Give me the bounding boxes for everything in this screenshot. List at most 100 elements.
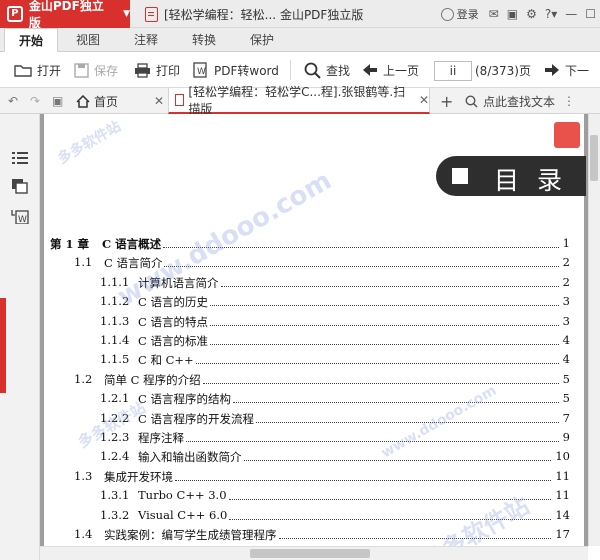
skin-icon[interactable]: ▣ xyxy=(507,7,518,21)
undo-icon[interactable]: ↶ xyxy=(8,88,18,114)
next-page-button[interactable]: 下一 xyxy=(544,58,589,82)
find-text-box[interactable]: 点此查找文本 ⋮ xyxy=(465,88,575,114)
save-small-icon[interactable]: ▣ xyxy=(52,88,63,114)
tab-convert[interactable]: 转换 xyxy=(182,28,226,52)
toc-entry-title: C 语言程序的结构 xyxy=(138,392,231,407)
toc-entry-number: 1.3.2 xyxy=(100,507,130,522)
toc-entry-number: 1.1 xyxy=(74,255,93,270)
page-number-input[interactable]: ii xyxy=(434,61,472,81)
toc-entry-number: 1.2 xyxy=(74,371,93,386)
toc-entry-page: 17 xyxy=(555,527,570,541)
tab-view[interactable]: 视图 xyxy=(66,28,110,52)
sidebar-collapse-handle[interactable] xyxy=(0,298,6,393)
toc-entry-title: C 语言程序的开发流程 xyxy=(138,411,254,426)
toc-entry[interactable]: 1.1.5 C 和 C++ 4 xyxy=(44,352,584,370)
save-button[interactable]: 保存 xyxy=(74,58,118,82)
ribbon-tab-bar: 开始 视图 注释 转换 保护 xyxy=(0,28,600,52)
toc-entry-page: 14 xyxy=(555,507,570,522)
print-icon xyxy=(135,62,150,78)
toc-entry-title: 输入和输出函数简介 xyxy=(138,450,242,465)
convert-icon[interactable]: W xyxy=(11,208,29,224)
prev-page-label: 上一页 xyxy=(383,63,420,78)
toc-entry-page: 10 xyxy=(555,449,570,464)
vertical-scroll-thumb[interactable] xyxy=(590,135,598,181)
print-button[interactable]: 打印 xyxy=(134,58,180,82)
prev-page-button[interactable]: 上一页 xyxy=(362,58,419,82)
toc-entry-title: Turbo C++ 3.0 xyxy=(138,488,227,503)
help-icon[interactable]: ?▾ xyxy=(545,7,557,21)
toc-entry[interactable]: 1.1.4 C 语言的标准 4 xyxy=(44,333,584,351)
find-button[interactable]: 查找 xyxy=(304,58,350,82)
toc-entry[interactable]: 1.2.3 程序注释 9 xyxy=(44,430,584,448)
app-menu-button[interactable]: P 金山PDF独立版 ▼ xyxy=(0,0,130,30)
toc-entry-leader xyxy=(210,333,559,345)
toc-entry-number: 1.1.3 xyxy=(100,313,130,328)
toc-entry-number: 1.1.4 xyxy=(100,333,130,347)
redo-icon[interactable]: ↷ xyxy=(30,88,40,114)
home-icon xyxy=(76,94,90,108)
toc-entry-leader xyxy=(256,411,559,423)
login-label: 登录 xyxy=(456,8,479,21)
right-arrow-icon xyxy=(545,64,559,76)
open-button[interactable]: 打开 xyxy=(14,58,61,82)
next-page-label: 下一 xyxy=(565,63,590,78)
convert-float-icon[interactable] xyxy=(554,122,580,148)
toc-entry-leader xyxy=(203,372,559,384)
toc-entry[interactable]: 1.1 C 语言简介 2 xyxy=(44,255,584,273)
document-tab-label: [轻松学编程：轻松学C...程].张银鹤等.扫描版 xyxy=(188,85,406,116)
toc-entry-title: 程序注释 xyxy=(138,431,184,445)
toc-entry-leader xyxy=(175,469,551,481)
toc-entry[interactable]: 1.3 集成开发环境 11 xyxy=(44,469,584,487)
toc-entry-page: 11 xyxy=(555,488,570,503)
document-tab[interactable]: [轻松学编程：轻松学C...程].张银鹤等.扫描版 ✕ xyxy=(168,85,430,116)
home-tab-label: 首页 xyxy=(94,94,119,109)
toc-entry[interactable]: 1.2 简单 C 程序的介绍 5 xyxy=(44,372,584,390)
toc-entry[interactable]: 1.2.4 输入和输出函数简介 10 xyxy=(44,449,584,467)
maximize-icon[interactable]: ☐ xyxy=(585,7,596,21)
window-title-text: [轻松学编程：轻松... 金山PDF独立版 xyxy=(164,7,364,22)
close-icon[interactable]: ✕ xyxy=(419,93,429,107)
toc-entry-number: 1.2.1 xyxy=(100,391,130,406)
window-title: [轻松学编程：轻松... 金山PDF独立版 xyxy=(145,0,363,28)
toc-entry-leader xyxy=(233,391,559,404)
thumbnails-icon[interactable] xyxy=(11,178,29,194)
tab-protect[interactable]: 保护 xyxy=(240,28,284,52)
pdf-to-word-button[interactable]: W PDF转word xyxy=(193,58,279,82)
minimize-icon[interactable]: — xyxy=(565,7,577,21)
bookmark-list-icon[interactable] xyxy=(11,150,29,166)
home-tab-close-icon[interactable]: ✕ xyxy=(154,88,164,114)
toc-entry-number: 1.1.5 xyxy=(100,352,130,367)
toc-entry-number: 第 1 章 xyxy=(50,237,90,251)
toc-heading: 目录 xyxy=(494,166,581,195)
pdf-file-icon xyxy=(145,6,158,22)
new-tab-plus-icon[interactable]: + xyxy=(440,88,453,114)
toc-entry-title: C 和 C++ xyxy=(138,353,194,368)
banner-square-icon xyxy=(452,168,468,184)
login-button[interactable]: 登录 xyxy=(440,6,479,22)
message-icon[interactable]: ✉ xyxy=(489,7,499,21)
toc-entry-title: C 语言的标准 xyxy=(138,334,208,348)
toc-entry-page: 4 xyxy=(562,333,570,347)
toc-entry-leader xyxy=(210,314,559,326)
toc-entry[interactable]: 第 1 章 C 语言概述 1 xyxy=(44,236,584,254)
toc-entry-leader xyxy=(221,275,559,287)
print-label: 打印 xyxy=(156,63,181,78)
tab-start[interactable]: 开始 xyxy=(4,28,58,52)
toc-entry-title: 实践案例：编写学生成绩管理程序 xyxy=(104,528,277,542)
horizontal-scroll-thumb[interactable] xyxy=(250,549,370,558)
pdf-logo-icon: P xyxy=(7,6,23,22)
toc-entry-number: 1.2.4 xyxy=(100,449,130,464)
more-icon[interactable]: ⋮ xyxy=(563,94,575,108)
tab-annotate[interactable]: 注释 xyxy=(124,28,168,52)
toc-entry-page: 3 xyxy=(562,313,570,328)
toc-entry-page: 9 xyxy=(562,430,570,444)
pdf-to-word-icon: W xyxy=(193,62,207,78)
toc-entry[interactable]: 1.1.3 C 语言的特点 3 xyxy=(44,314,584,332)
toc-entry-page: 5 xyxy=(562,371,570,386)
toc-entry-title: C 语言概述 xyxy=(102,237,162,251)
home-tab[interactable]: 首页 xyxy=(76,88,118,114)
settings-gear-icon[interactable]: ⚙ xyxy=(526,7,537,21)
page-count: (8/373)页 xyxy=(475,64,531,78)
user-icon xyxy=(440,7,454,21)
find-text-placeholder: 点此查找文本 xyxy=(483,94,556,109)
